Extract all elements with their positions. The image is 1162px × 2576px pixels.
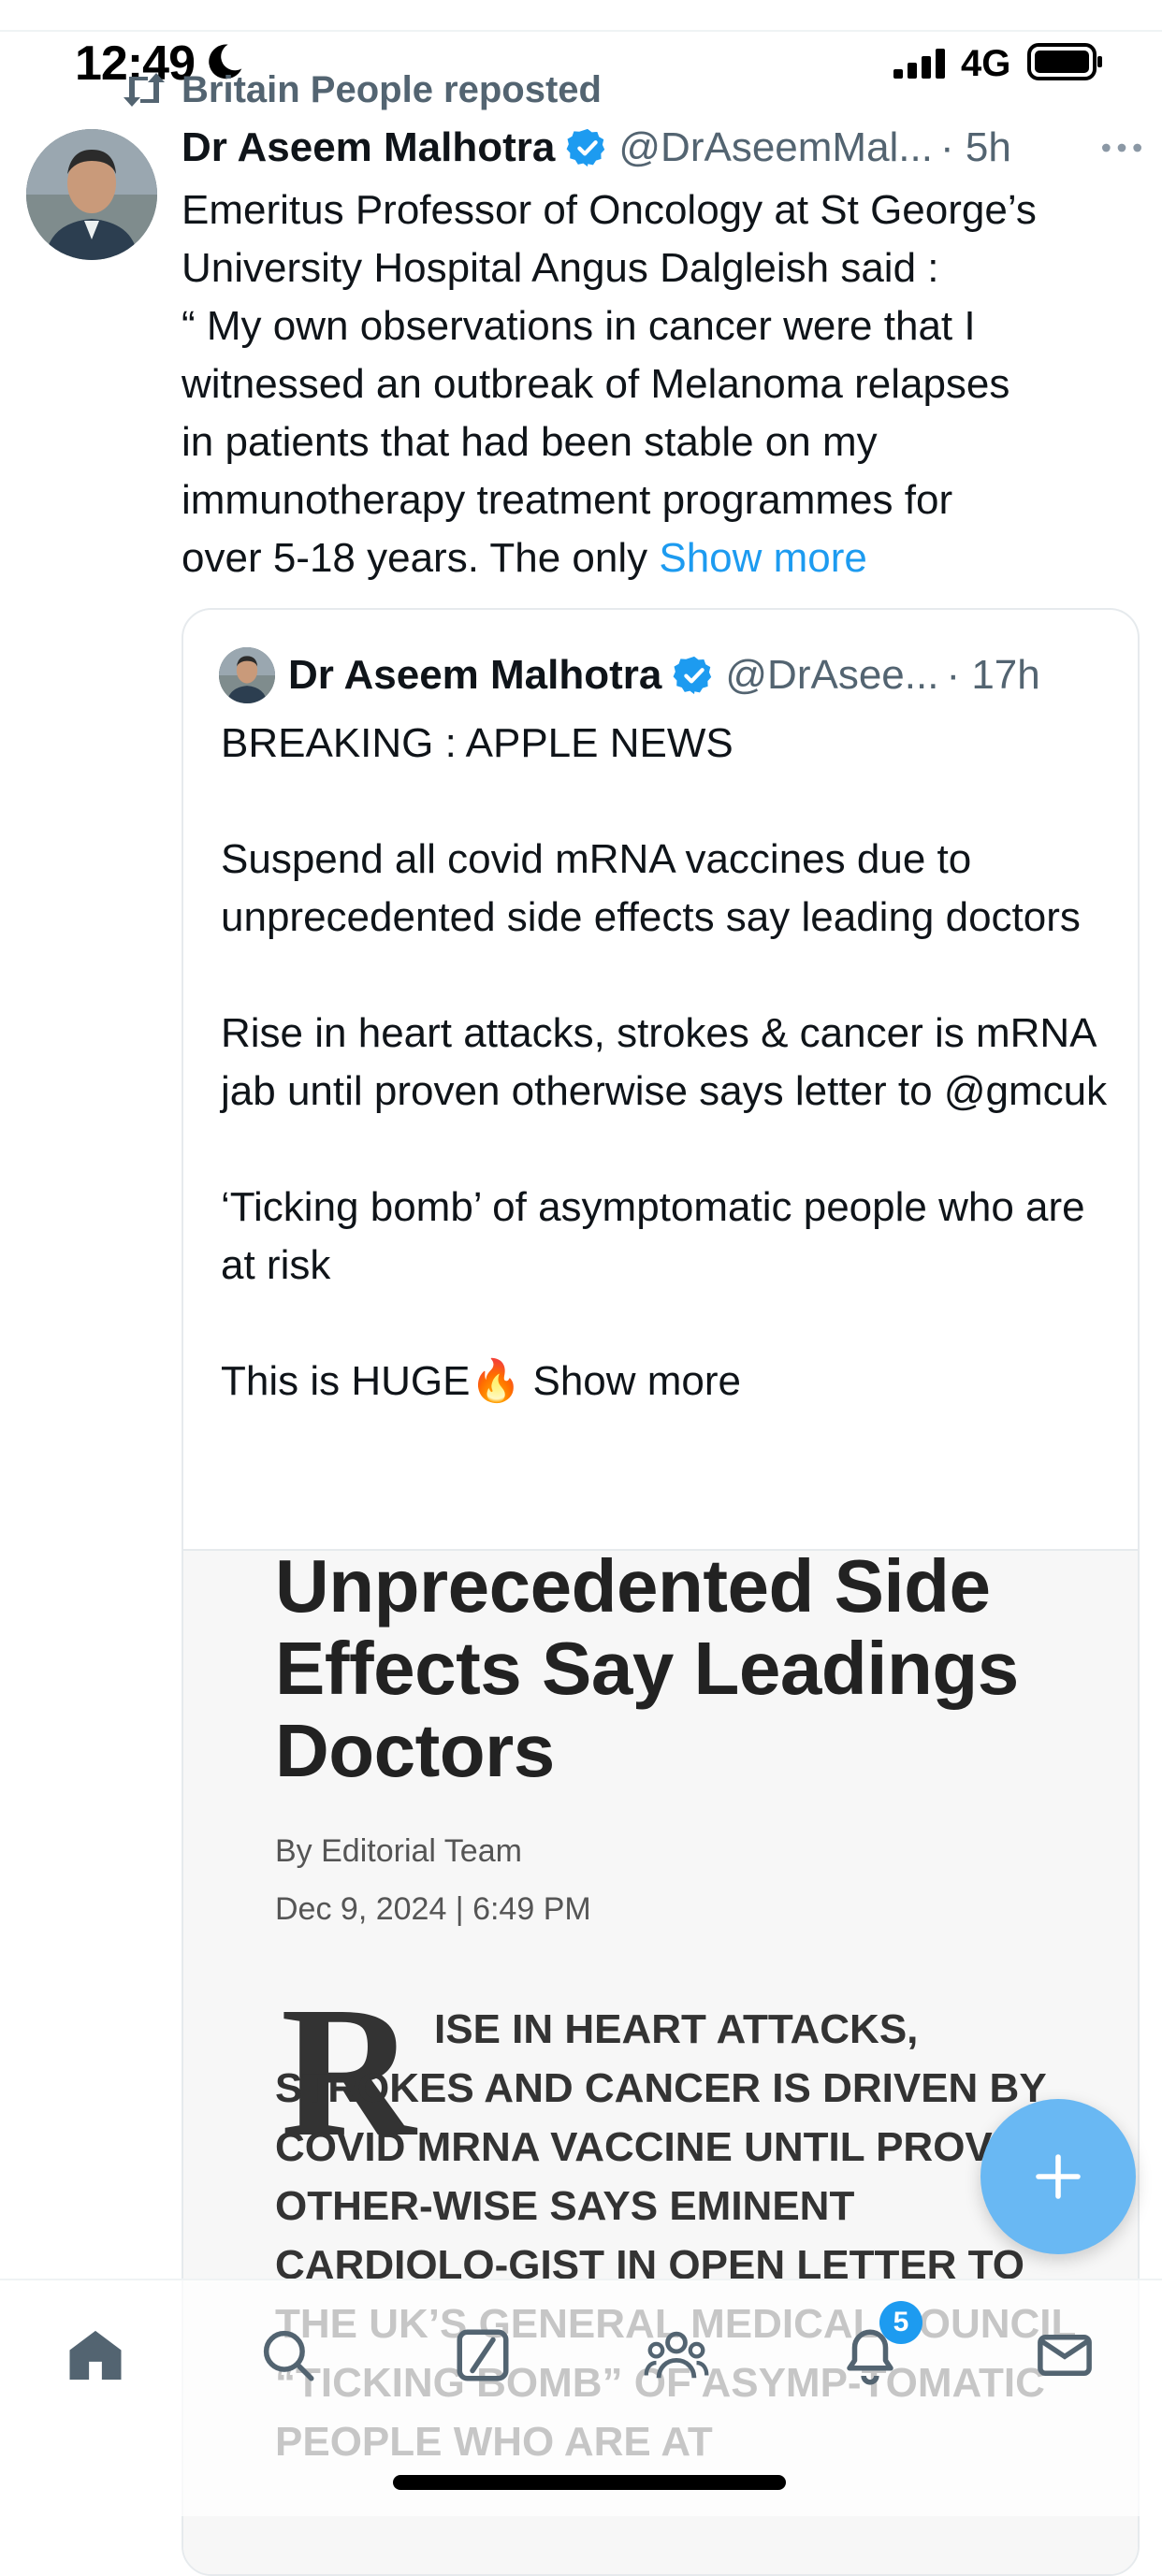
tweet-line: witnessed an outbreak of Melanoma relaps…	[182, 361, 1010, 407]
tweet-line: immunotherapy treatment programmes for	[182, 477, 953, 523]
quote-author-handle: @DrAsee...	[725, 652, 939, 698]
article-date: Dec 9, 2024 | 6:49 PM	[275, 1891, 591, 1927]
quote-paragraph: ‘Ticking bomb’ of asymptomatic people wh…	[221, 1184, 1085, 1288]
nav-communities[interactable]	[639, 2318, 714, 2393]
quote-paragraph: Rise in heart attacks, strokes & cancer …	[221, 1010, 1108, 1114]
signal-icon	[893, 49, 945, 79]
quote-paragraph: Suspend all covid mRNA vaccines due to u…	[221, 836, 1081, 940]
messages-icon	[1038, 2335, 1092, 2376]
quote-last-line: This is HUGE🔥	[221, 1358, 533, 1404]
tweet-line: over 5-18 years. The only	[182, 535, 648, 581]
tweet-line-last: over 5-18 years. The only Show more	[182, 529, 1117, 587]
search-icon	[263, 2330, 314, 2381]
notification-badge: 5	[879, 2301, 922, 2344]
tweet-line: in patients that had been stable on my	[182, 419, 878, 465]
tweet-header: Dr Aseem Malhotra @DrAseemMal... · 5h	[182, 120, 1145, 176]
author-name[interactable]: Dr Aseem Malhotra	[182, 124, 555, 171]
author-handle[interactable]: @DrAseemMal...	[618, 124, 933, 171]
home-icon	[69, 2330, 122, 2381]
quote-text: BREAKING : APPLE NEWS Suspend all covid …	[221, 715, 1110, 1411]
network-label: 4G	[961, 43, 1011, 84]
plus-icon	[1036, 2154, 1081, 2199]
nav-messages[interactable]	[1027, 2318, 1102, 2393]
tweet-line: Emeritus Professor of Oncology at St Geo…	[182, 187, 1037, 233]
nav-home[interactable]	[58, 2318, 133, 2393]
tweet-line: “ My own observations in cancer were tha…	[182, 303, 976, 349]
quote-show-more[interactable]: Show more	[532, 1358, 741, 1404]
home-indicator	[393, 2475, 786, 2490]
repost-text: Britain People reposted	[182, 68, 602, 110]
battery-icon	[1027, 43, 1102, 80]
verified-badge-icon	[566, 128, 605, 167]
compose-button[interactable]	[980, 2099, 1136, 2254]
more-options-icon[interactable]	[1098, 131, 1145, 165]
avatar-portrait-icon	[219, 647, 275, 703]
communities-icon	[644, 2331, 709, 2379]
avatar-portrait-icon	[26, 129, 157, 260]
repost-indicator[interactable]: Britain People reposted	[120, 64, 602, 116]
nav-grok[interactable]	[445, 2318, 520, 2393]
tweet-line: University Hospital Angus Dalgleish said…	[182, 245, 939, 291]
quote-author-avatar	[219, 647, 275, 703]
show-more-link[interactable]: Show more	[659, 535, 867, 581]
verified-badge-icon	[673, 656, 712, 695]
quote-paragraph: BREAKING : APPLE NEWS	[221, 720, 734, 766]
article-byline: By Editorial Team	[275, 1833, 522, 1869]
article-headline: Unprecedented Side Effects Say Leadings …	[275, 1544, 1019, 1792]
nav-search[interactable]	[251, 2318, 326, 2393]
author-avatar[interactable]	[26, 129, 157, 260]
tweet-text: Emeritus Professor of Oncology at St Geo…	[182, 181, 1117, 587]
quote-timestamp: · 17h	[946, 652, 1040, 698]
quote-paragraph-last: This is HUGE🔥 Show more	[221, 1353, 1110, 1411]
quote-header: Dr Aseem Malhotra @DrAsee... · 17h	[219, 645, 1117, 705]
grok-icon	[457, 2329, 509, 2381]
repost-icon	[123, 73, 165, 107]
top-divider	[0, 30, 1162, 32]
quote-author-name: Dr Aseem Malhotra	[288, 652, 662, 698]
tweet-timestamp[interactable]: · 5h	[940, 124, 1011, 171]
